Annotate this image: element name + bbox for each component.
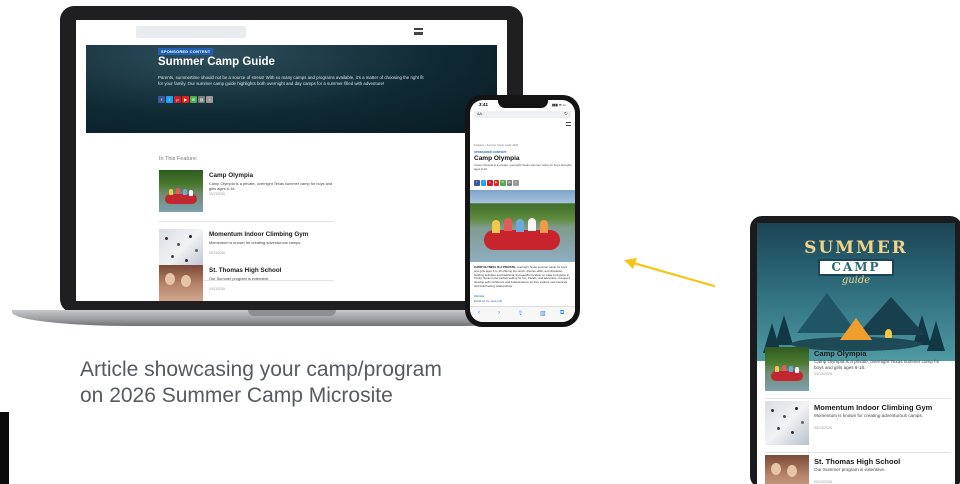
feature-item-st-thomas[interactable]: St. Thomas High School Our Summer progra… [159,265,334,301]
feature-description: Our Summer program is extensive. [209,276,270,281]
site-header [76,20,507,45]
feature-description: Our Summer program is extensive. [814,467,886,472]
tabs-icon[interactable]: ⧉ [560,310,564,317]
feature-description: Momentum is known for creating adventuro… [209,240,302,245]
st-thomas-thumbnail[interactable] [159,265,203,301]
laptop-notch [248,310,336,316]
banner-camp-ribbon: CAMP [818,259,894,276]
site-logo [136,26,246,38]
banner-guide-text: guide [841,275,871,286]
feature-item-camp-olympia[interactable]: Camp Olympia Camp Olympia is a private, … [765,347,951,399]
share-buttons: f t p ▶ ✉ ▤ + [474,180,519,186]
laptop-screen: SPONSORED CONTENT Summer Camp Guide Pare… [76,20,507,301]
sponsored-tag: SPONSORED CONTENT [474,150,507,154]
phone-screen: 3:41 ▮▮▮ ≋ ▭ AA ↻ Features › Summer Camp… [470,100,575,322]
youtube-icon[interactable]: ▶ [182,96,189,103]
caption: Article showcasing your camp/program on … [80,357,550,409]
pinterest-icon[interactable]: p [487,180,493,186]
phone-notch [498,100,548,108]
email-icon[interactable]: ✉ [190,96,197,103]
breadcrumb[interactable]: Features › Summer Camp Guide 2026 [474,144,518,147]
back-icon[interactable]: ‹ [478,310,480,316]
tablet-screen: SUMMER CAMP guide Camp Olympia Camp Olym… [757,223,955,484]
banner-summer-text: SUMMER [804,238,908,258]
feature-title[interactable]: Camp Olympia [814,349,867,358]
reload-icon[interactable]: ↻ [564,111,568,117]
pinterest-icon[interactable]: p [174,96,181,103]
divider [159,221,334,222]
twitter-icon[interactable]: t [480,180,486,186]
article-body-text: overnight Texas summer camp for boys and… [474,265,571,288]
share-icon[interactable]: ⇪ [518,310,523,317]
feature-date: 03/13/2026 [814,372,832,376]
website-link[interactable]: Website [474,294,484,298]
sponsored-tag: SPONSORED CONTENT [158,48,214,55]
facebook-icon[interactable]: f [474,180,480,186]
page-title: Summer Camp Guide [158,56,275,68]
twitter-icon[interactable]: t [166,96,173,103]
in-this-feature-label: In This Feature: [159,156,198,162]
pointer-arrow-icon [624,258,716,288]
feature-description: Momentum is known for creating adventuro… [814,413,924,418]
email-icon[interactable]: ✉ [500,180,506,186]
feature-item-momentum[interactable]: Momentum Indoor Climbing Gym Momentum is… [765,401,951,453]
browser-toolbar: ‹ › ⇪ ▥ ⧉ [470,306,575,322]
article-photo [470,190,575,262]
tent-icon [840,318,872,340]
url-bar[interactable]: AA ↻ [474,111,571,118]
feature-date: 03/13/2026 [209,287,225,291]
campfire-icon [885,329,892,338]
camp-olympia-thumbnail[interactable] [159,170,203,212]
share-icon[interactable]: + [513,180,519,186]
share-buttons: f t p ▶ ✉ ▤ + [158,96,213,103]
article-description: Camp Olympia is a private, overnight Tex… [474,163,572,171]
hero-banner: SPONSORED CONTENT Summer Camp Guide Pare… [86,45,497,133]
article-body: CAMP OLYMPIA IS A PRIVATE, overnight Tex… [474,265,572,289]
divider [765,452,951,453]
print-icon[interactable]: ▤ [506,180,512,186]
facebook-icon[interactable]: f [158,96,165,103]
feature-item-st-thomas[interactable]: St. Thomas High School Our Summer progra… [765,455,951,484]
hamburger-menu-icon[interactable] [414,28,423,35]
youtube-icon[interactable]: ▶ [493,180,499,186]
forward-icon[interactable]: › [498,310,500,316]
print-icon[interactable]: ▤ [198,96,205,103]
feature-title[interactable]: Momentum Indoor Climbing Gym [209,231,308,238]
camp-olympia-thumbnail[interactable] [765,347,809,391]
status-icons: ▮▮▮ ≋ ▭ [552,103,566,107]
banner-camp-text: CAMP [831,260,881,274]
bookmarks-icon[interactable]: ▥ [540,310,546,317]
feature-date: 03/13/2026 [209,251,225,255]
hamburger-menu-icon[interactable] [566,122,571,126]
device-edge [0,412,9,484]
status-time: 3:41 [479,102,489,107]
article-title: Camp Olympia [474,155,520,162]
email-link[interactable]: Email us for more info [474,299,502,303]
feature-date: 03/13/2026 [814,426,832,430]
summer-camp-guide-banner: SUMMER CAMP guide [757,223,955,361]
share-icon[interactable]: + [206,96,213,103]
feature-description: Camp Olympia is a private, overnight Tex… [814,359,940,370]
feature-title[interactable]: Camp Olympia [209,172,253,179]
feature-date: 03/13/2026 [814,480,832,484]
caption-line-2: on 2026 Summer Camp Microsite [80,384,393,407]
caption-line-1: Article showcasing your camp/program [80,358,442,381]
hero-description: Parents, summertime should not be a sour… [158,75,424,86]
st-thomas-thumbnail[interactable] [765,455,809,484]
reader-aa-button[interactable]: AA [477,112,482,116]
feature-date: 03/13/2026 [209,192,225,196]
feature-title[interactable]: St. Thomas High School [814,457,900,466]
feature-title[interactable]: Momentum Indoor Climbing Gym [814,403,932,412]
feature-title[interactable]: St. Thomas High School [209,267,281,274]
feature-description: Camp Olympia is a private, overnight Tex… [209,181,333,191]
momentum-thumbnail[interactable] [765,401,809,445]
divider [765,398,951,399]
feature-item-camp-olympia[interactable]: Camp Olympia Camp Olympia is a private, … [159,170,334,222]
